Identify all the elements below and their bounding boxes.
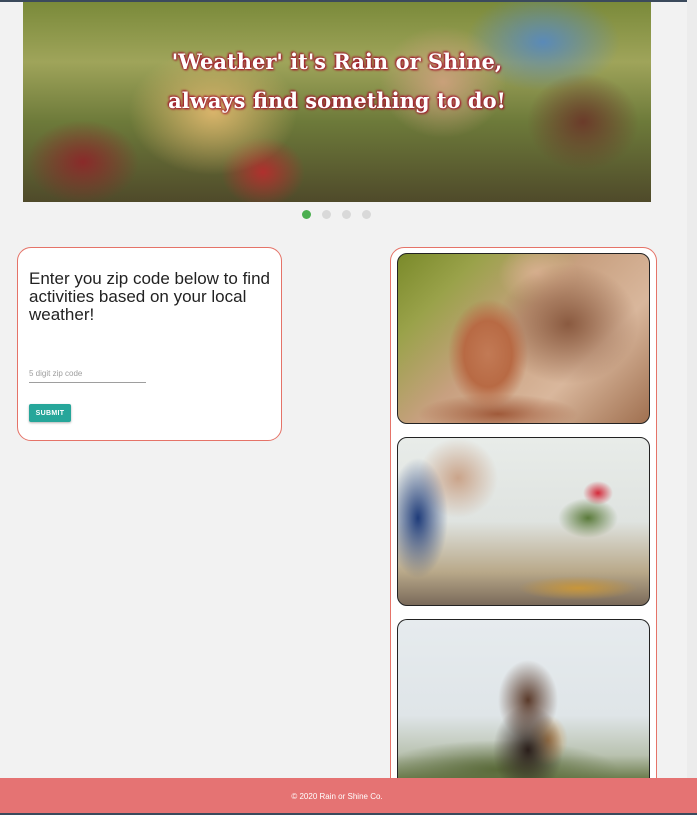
carousel-dot-2[interactable] [322,210,331,219]
page-footer: © 2020 Rain or Shine Co. [0,778,697,815]
hero-caption-line2: always find something to do! [168,88,506,113]
carousel-dot-4[interactable] [362,210,371,219]
zip-heading: Enter you zip code below to find activit… [29,269,270,324]
footer-copyright: © 2020 Rain or Shine Co. [291,792,383,801]
activity-image-guitar[interactable] [397,619,650,779]
carousel-dot-3[interactable] [342,210,351,219]
activity-image-pottery[interactable] [397,253,650,424]
scrollbar-track[interactable] [687,0,697,815]
carousel-dot-1[interactable] [302,210,311,219]
hero-caption-line1: 'Weather' it's Rain or Shine, [171,49,503,74]
hero-carousel[interactable]: 'Weather' it's Rain or Shine, always fin… [23,2,651,202]
zip-code-card: Enter you zip code below to find activit… [17,247,282,441]
submit-button[interactable]: SUBMIT [29,404,71,422]
carousel-indicators [302,210,371,219]
activity-image-painting[interactable] [397,437,650,606]
zip-code-input[interactable] [29,365,146,383]
